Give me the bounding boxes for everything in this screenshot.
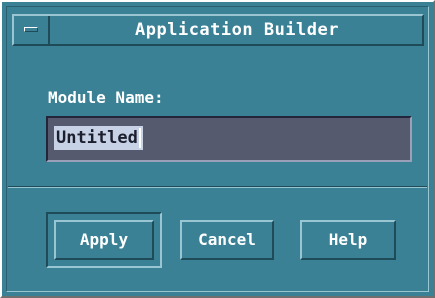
window-menu-icon xyxy=(24,27,38,32)
module-name-input[interactable] xyxy=(46,116,412,162)
help-button[interactable]: Help xyxy=(300,220,396,260)
window-title: Application Builder xyxy=(135,20,339,40)
separator xyxy=(8,186,427,188)
cancel-button[interactable]: Cancel xyxy=(180,220,274,260)
window-menu-button[interactable] xyxy=(14,16,50,44)
module-name-label: Module Name: xyxy=(48,88,164,107)
apply-button[interactable]: Apply xyxy=(54,220,154,260)
application-builder-window: Application Builder Module Name: Untitle… xyxy=(0,0,435,298)
title-bar[interactable]: Application Builder xyxy=(12,14,424,46)
